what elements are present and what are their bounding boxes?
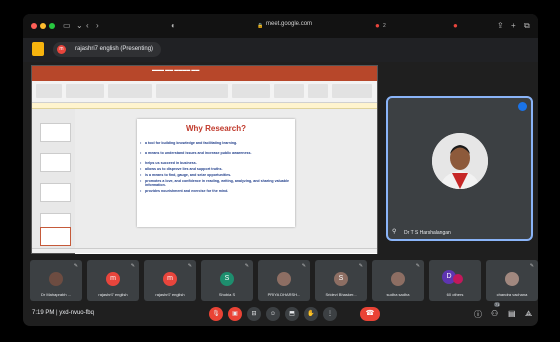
raise-hand-button[interactable]: ✋ — [304, 307, 318, 321]
mic-off-icon: ✎ — [73, 263, 78, 269]
pin-icon[interactable]: ⚲ — [392, 228, 396, 235]
mic-off-button[interactable]: 🎙 — [209, 307, 223, 321]
powerpoint-statusbar — [32, 248, 377, 253]
participant-name: Shobia S — [218, 292, 236, 297]
powerpoint-titlebar: ▬▬▬ ▬▬ ▬▬▬▬ ▬▬ — [32, 66, 377, 75]
slide-thumbnails — [32, 109, 75, 248]
participant-avatar-stack — [453, 274, 463, 284]
presentation-bar: m rajashri7 english (Presenting) — [23, 38, 538, 62]
participants-badge: 71 — [494, 302, 501, 307]
participant-photo — [49, 272, 63, 286]
participant-photo — [277, 272, 291, 286]
mic-off-icon: ✎ — [244, 263, 249, 269]
meeting-info: 7:19 PM | yxd-nvuo-fbq — [32, 310, 94, 316]
shared-screen: ▬▬▬ ▬▬ ▬▬▬▬ ▬▬ Why Research? • a tool for… — [31, 65, 378, 254]
presenter-name: Dr T S Harshalangan — [404, 230, 451, 236]
participant-avatar: m — [163, 272, 177, 286]
slide-title: Why Research? — [185, 124, 247, 133]
activities-icon[interactable]: ⟁ — [525, 309, 532, 319]
slide-thumbnail-selected[interactable] — [40, 227, 71, 246]
lock-icon: 🔒 — [257, 23, 264, 29]
tab-overview-icon[interactable]: ⧉ — [524, 21, 530, 31]
participant-tile[interactable]: ✎ S Shobia S — [201, 260, 253, 301]
slide-bullet: • promotes a love, and confidence in read… — [140, 179, 289, 188]
slide-thumbnail[interactable] — [40, 123, 71, 142]
slide-bullet: • a tool for building knowledge and facil… — [140, 141, 238, 145]
others-tile[interactable]: D 60 others — [429, 260, 481, 301]
participant-avatar: S — [220, 272, 234, 286]
participant-name: chandra vachana — [496, 292, 528, 297]
participant-photo — [391, 272, 405, 286]
presenter-avatar: m — [57, 45, 66, 54]
speaking-indicator-icon — [518, 102, 527, 111]
presenting-label: rajashri7 english (Presenting) — [75, 46, 154, 52]
new-tab-icon[interactable]: + — [511, 21, 516, 31]
participant-name: Sridevi Bhasker... — [325, 292, 357, 297]
minimize-window-button[interactable] — [40, 23, 46, 29]
privacy-shield-icon[interactable]: ◐ — [171, 21, 176, 31]
maximize-window-button[interactable] — [49, 23, 55, 29]
info-icon[interactable]: ⓘ — [474, 309, 482, 320]
participant-name: Dr Mahaprabh ... — [40, 292, 71, 297]
camera-active-icon: ● — [453, 21, 458, 30]
chat-icon[interactable]: ▤ — [508, 309, 516, 318]
participant-tile[interactable]: ✎ m rajashri7 english — [87, 260, 139, 301]
participant-tile[interactable]: ✎ m rajashri7 english — [144, 260, 196, 301]
participant-avatar: m — [106, 272, 120, 286]
captions-button[interactable]: ⊟ — [247, 307, 261, 321]
chevron-down-icon[interactable]: ⌄ — [76, 21, 83, 31]
participant-tile[interactable]: ✎ sudha sadha — [372, 260, 424, 301]
window-title-blur: ▬▬▬ ▬▬ ▬▬▬▬ ▬▬ — [152, 67, 200, 72]
presenter-tile[interactable]: ⚲ Dr T S Harshalangan — [386, 96, 533, 241]
presenting-chip[interactable]: m rajashri7 english (Presenting) — [53, 42, 162, 57]
others-count: 60 others — [446, 292, 464, 297]
slide-bullet: • provides nourishment and exercise for t… — [140, 189, 229, 193]
leave-call-button[interactable]: ☎ — [360, 307, 380, 321]
share-icon[interactable]: ⇪ — [497, 21, 504, 31]
participant-tile[interactable]: ✎ PRIYA DHARSH... — [258, 260, 310, 301]
app-logo — [32, 42, 44, 56]
participant-name: rajashri7 english — [155, 292, 185, 297]
meeting-controls-bar: 7:19 PM | yxd-nvuo-fbq 🎙 ▣ ⊟ ☺ ⬒ ✋ ⋮ ☎ ⓘ… — [23, 302, 538, 326]
mic-off-icon: ✎ — [415, 263, 420, 269]
participant-avatar: S — [334, 272, 348, 286]
participant-tile[interactable]: ✎ chandra vachana — [486, 260, 538, 301]
url-text: meet.google.com — [266, 21, 313, 27]
participant-name: PRIYA DHARSH... — [267, 292, 301, 297]
browser-window: ▭ ⌄ ‹ › ◐ 🔒 meet.google.com ● 2 ● ⇪ + ⧉ … — [23, 14, 538, 326]
sidebar-icon[interactable]: ▭ — [63, 21, 71, 31]
participant-name: rajashri7 english — [98, 292, 128, 297]
back-icon[interactable]: ‹ — [86, 21, 89, 31]
slide-bullet: • allows us to disprove lies and support … — [140, 167, 223, 171]
slide-thumbnail[interactable] — [40, 183, 71, 202]
present-button[interactable]: ⬒ — [285, 307, 299, 321]
participant-tile[interactable]: ✎ S Sridevi Bhasker... — [315, 260, 367, 301]
tab-count: 2 — [383, 23, 386, 29]
presenter-photo — [432, 133, 488, 189]
forward-icon[interactable]: › — [96, 21, 99, 31]
powerpoint-ribbon — [32, 81, 377, 103]
participant-photo — [505, 272, 519, 286]
people-icon[interactable]: ⚇ — [491, 309, 498, 318]
close-window-button[interactable] — [31, 23, 37, 29]
mic-off-icon: ✎ — [301, 263, 306, 269]
mic-off-icon: ✎ — [187, 263, 192, 269]
browser-titlebar: ▭ ⌄ ‹ › ◐ 🔒 meet.google.com ● 2 ● ⇪ + ⧉ — [23, 14, 538, 38]
mic-off-icon: ✎ — [529, 263, 534, 269]
participant-name: sudha sadha — [386, 292, 410, 297]
current-slide: Why Research? • a tool for building knowl… — [137, 119, 295, 227]
slide-thumbnail[interactable] — [40, 153, 71, 172]
slide-bullet: • a means to understand issues and increa… — [140, 151, 252, 155]
recording-icon: ● — [375, 21, 380, 30]
address-bar[interactable]: 🔒 meet.google.com — [228, 19, 468, 33]
more-options-button[interactable]: ⋮ — [323, 307, 337, 321]
camera-off-button[interactable]: ▣ — [228, 307, 242, 321]
participant-tile[interactable]: ✎ Dr Mahaprabh ... — [30, 260, 82, 301]
emoji-button[interactable]: ☺ — [266, 307, 280, 321]
mic-off-icon: ✎ — [130, 263, 135, 269]
slide-canvas: Why Research? • a tool for building knowl… — [75, 109, 377, 248]
mic-off-icon: ✎ — [358, 263, 363, 269]
slide-bullet: • helps us succeed in business. — [140, 161, 197, 165]
slide-bullet: • is a means to find, gauge, and seize op… — [140, 173, 232, 177]
